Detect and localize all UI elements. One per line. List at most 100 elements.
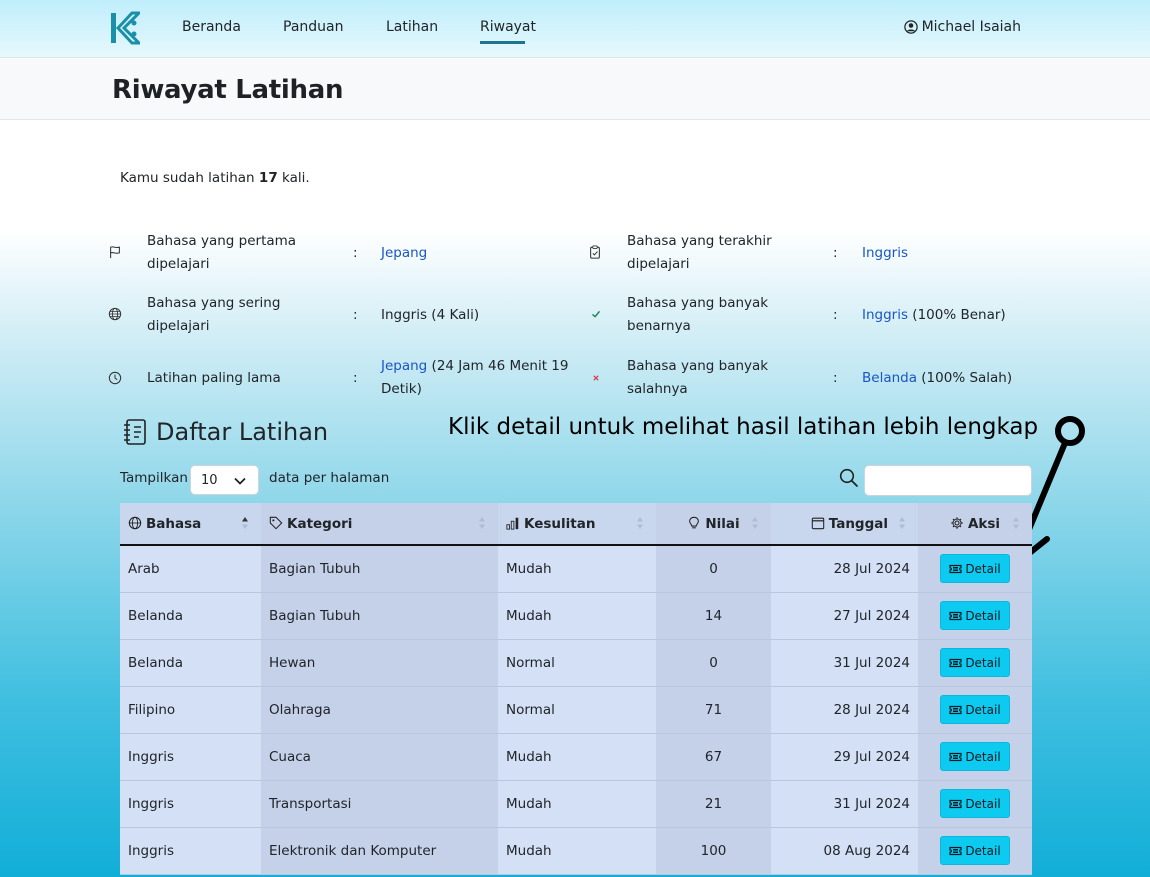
cell-kesulitan: Mudah: [498, 733, 656, 781]
detail-button-label: Detail: [965, 702, 1001, 717]
table-row: Inggris Transportasi Mudah 21 31 Jul 2024 Det…: [120, 780, 1032, 828]
detail-button[interactable]: Detail: [940, 742, 1010, 771]
cell-nilai: 14: [656, 592, 771, 640]
detail-button[interactable]: Detail: [940, 648, 1010, 677]
cell-bahasa: Inggris: [120, 827, 261, 875]
table-row: Inggris Elektronik dan Komputer Mudah 100 08…: [120, 827, 1032, 875]
stat-value-first[interactable]: Jepang: [381, 242, 581, 265]
ticket-icon: [949, 611, 962, 620]
detail-button[interactable]: Detail: [940, 789, 1010, 818]
page-header: Riwayat Latihan: [0, 59, 1150, 120]
sort-icon: [899, 517, 905, 529]
page-size-select[interactable]: 10: [190, 465, 259, 495]
cell-kategori: Bagian Tubuh: [261, 545, 498, 593]
cell-kategori: Elektronik dan Komputer: [261, 827, 498, 875]
detail-button[interactable]: Detail: [940, 695, 1010, 724]
stat-colon: :: [353, 307, 358, 323]
gear-icon: [951, 516, 963, 529]
ticket-icon: [949, 752, 962, 761]
detail-button[interactable]: Detail: [940, 836, 1010, 865]
detail-button-label: Detail: [965, 608, 1001, 623]
stat-colon: :: [833, 307, 838, 323]
navbar: Beranda Panduan Latihan Riwayat Michael …: [0, 0, 1150, 58]
nav-panduan[interactable]: Panduan: [283, 19, 343, 35]
cell-aksi: Detail: [918, 827, 1032, 875]
cell-aksi: Detail: [918, 686, 1032, 734]
cell-tanggal: 28 Jul 2024: [771, 686, 918, 734]
col-kategori[interactable]: Kategori: [261, 503, 498, 546]
cell-bahasa: Filipino: [120, 686, 261, 734]
col-nilai[interactable]: Nilai: [656, 503, 771, 546]
detail-button[interactable]: Detail: [940, 554, 1010, 584]
cell-aksi: Detail: [918, 545, 1032, 593]
table-row: Arab Bagian Tubuh Mudah 0 28 Jul 2024 Detail: [120, 545, 1032, 593]
col-bahasa[interactable]: Bahasa: [120, 503, 261, 546]
col-kesulitan-label: Kesulitan: [524, 515, 596, 532]
check-icon: [592, 310, 601, 318]
table-row: Belanda Hewan Normal 0 31 Jul 2024 Detail: [120, 639, 1032, 687]
tag-icon: [269, 516, 283, 529]
nav-beranda[interactable]: Beranda: [182, 19, 241, 35]
stat-value-frequent: Inggris (4 Kali): [381, 307, 480, 323]
col-tanggal[interactable]: Tanggal: [771, 503, 918, 546]
col-kesulitan[interactable]: Kesulitan: [498, 503, 656, 546]
calendar-icon: [811, 517, 824, 529]
ticket-icon: [949, 658, 962, 667]
cell-kategori: Hewan: [261, 639, 498, 687]
cell-kesulitan: Mudah: [498, 545, 656, 593]
col-bahasa-label: Bahasa: [146, 515, 202, 532]
stat-colon: :: [353, 370, 358, 386]
stat-note-most-wrong: (100% Salah): [917, 370, 1013, 386]
stat-label-most-wrong: Bahasa yang banyak salahnya: [627, 358, 769, 397]
show-label: Tampilkan: [120, 470, 188, 486]
cell-kategori: Transportasi: [261, 780, 498, 828]
history-table: Bahasa Kategori Kesulitan Nilai Tanggal …: [120, 503, 1032, 875]
user-menu[interactable]: Michael Isaiah: [903, 19, 1021, 35]
table-row: Inggris Cuaca Mudah 67 29 Jul 2024 Detail: [120, 733, 1032, 781]
cell-aksi: Detail: [918, 639, 1032, 687]
cell-kesulitan: Mudah: [498, 592, 656, 640]
stat-colon: :: [353, 245, 358, 261]
page-size-value: 10: [201, 472, 218, 488]
cell-tanggal: 08 Aug 2024: [771, 827, 918, 875]
ticket-icon: [949, 846, 962, 855]
stat-link-most-wrong[interactable]: Belanda: [862, 370, 917, 386]
signal-icon: [506, 517, 519, 530]
stat-value-most-correct: Inggris (100% Benar): [862, 304, 1062, 327]
detail-button[interactable]: Detail: [940, 601, 1010, 630]
table-header-row: Bahasa Kategori Kesulitan Nilai Tanggal …: [120, 503, 1032, 546]
detail-button-label: Detail: [965, 561, 1001, 576]
cell-nilai: 0: [656, 639, 771, 687]
sort-icon: [242, 517, 248, 529]
detail-button-label: Detail: [965, 796, 1001, 811]
cell-tanggal: 31 Jul 2024: [771, 780, 918, 828]
table-row: Filipino Olahraga Normal 71 28 Jul 2024 Detai…: [120, 686, 1032, 734]
globe-icon: [128, 516, 142, 529]
col-tanggal-label: Tanggal: [828, 515, 888, 532]
stat-link-most-correct[interactable]: Inggris: [862, 307, 908, 323]
cell-kesulitan: Normal: [498, 639, 656, 687]
cell-nilai: 67: [656, 733, 771, 781]
logo-icon[interactable]: [110, 11, 140, 45]
detail-button-label: Detail: [965, 749, 1001, 764]
cell-nilai: 100: [656, 827, 771, 875]
stat-link-longest[interactable]: Jepang: [381, 358, 427, 374]
col-aksi-label: Aksi: [967, 515, 1001, 532]
sort-icon: [479, 517, 485, 529]
sort-icon: [1013, 517, 1019, 529]
stat-colon: :: [833, 245, 838, 261]
table-body: Arab Bagian Tubuh Mudah 0 28 Jul 2024 Detail B…: [120, 545, 1032, 875]
nav-latihan[interactable]: Latihan: [386, 19, 438, 35]
cell-tanggal: 27 Jul 2024: [771, 592, 918, 640]
stat-note-longest: (24 Jam 46 Menit 19 Detik): [381, 358, 569, 397]
cell-bahasa: Inggris: [120, 780, 261, 828]
cell-bahasa: Inggris: [120, 733, 261, 781]
nav-riwayat[interactable]: Riwayat: [480, 19, 536, 35]
stat-value-last[interactable]: Inggris: [862, 242, 1062, 265]
stat-value-most-wrong: Belanda (100% Salah): [862, 367, 1062, 390]
notebook-icon: [124, 419, 146, 445]
col-nilai-label: Nilai: [705, 515, 740, 532]
search-input[interactable]: [864, 465, 1032, 496]
cell-nilai: 0: [656, 545, 771, 593]
col-aksi[interactable]: Aksi: [918, 503, 1032, 546]
